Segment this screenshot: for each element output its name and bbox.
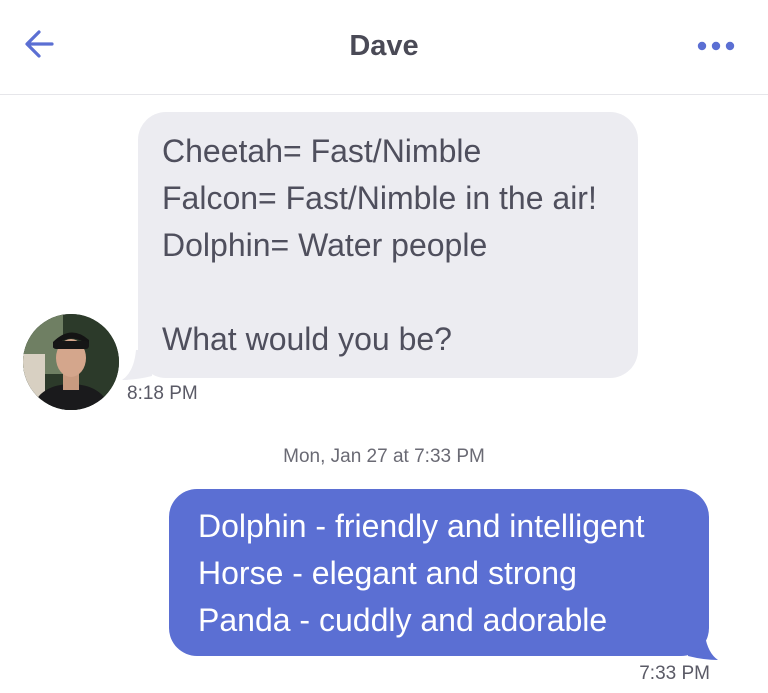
incoming-message: Cheetah= Fast/Nimble Falcon= Fast/Nimble… xyxy=(0,112,768,412)
message-line: Cheetah= Fast/Nimble xyxy=(162,133,482,169)
message-line: Dolphin= Water people xyxy=(162,227,488,263)
message-line-blank xyxy=(162,269,614,316)
more-horizontal-icon xyxy=(697,41,735,51)
message-bubble-outgoing[interactable]: Dolphin - friendly and intelligent Horse… xyxy=(169,489,709,656)
message-line: Horse - elegant and strong xyxy=(198,555,577,591)
contact-name: Dave xyxy=(349,30,419,62)
message-bubble-incoming[interactable]: Cheetah= Fast/Nimble Falcon= Fast/Nimble… xyxy=(138,112,638,378)
message-timestamp: 8:18 PM xyxy=(127,383,198,404)
message-line: Dolphin - friendly and intelligent xyxy=(198,508,645,544)
message-line: Falcon= Fast/Nimble in the air! xyxy=(162,180,597,216)
message-line: What would you be? xyxy=(162,321,452,357)
message-timestamp: 7:33 PM xyxy=(639,663,710,684)
conversation-header: Dave xyxy=(0,0,768,95)
contact-avatar[interactable] xyxy=(23,314,119,410)
date-divider: Mon, Jan 27 at 7:33 PM xyxy=(283,446,485,467)
more-options-button[interactable] xyxy=(692,34,740,58)
person-photo xyxy=(23,314,119,410)
message-line: Panda - cuddly and adorable xyxy=(198,602,608,638)
